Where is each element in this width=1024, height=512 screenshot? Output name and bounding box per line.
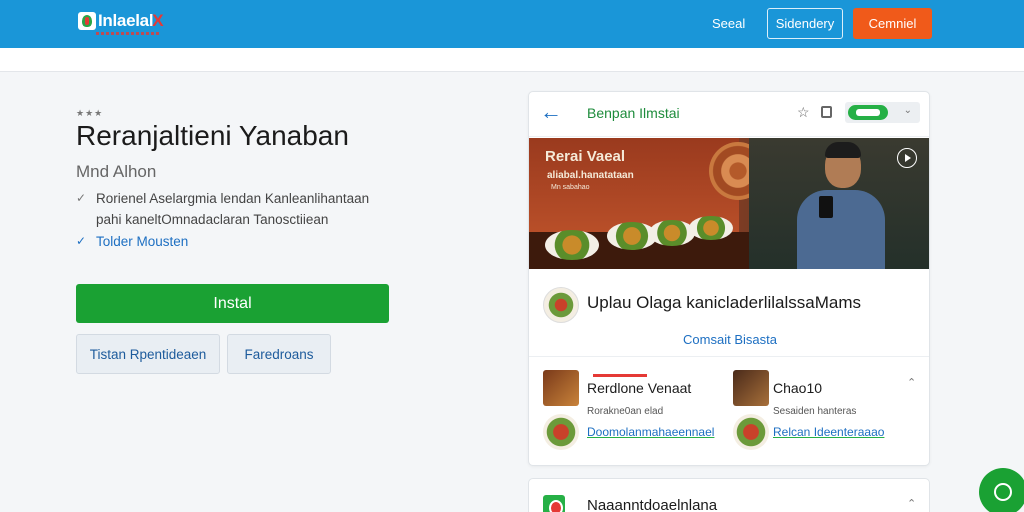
square-icon[interactable] <box>821 106 832 118</box>
chevron-up-icon[interactable]: ⌃ <box>907 376 916 389</box>
divider <box>529 356 929 357</box>
item-name[interactable]: Rerdlone Venaat <box>587 380 691 396</box>
feature-line: Rorienel Aselargmia lendan Kanleanlihant… <box>96 191 370 206</box>
card-title: Benpan Ilmstai <box>587 105 680 121</box>
toggle-icon <box>848 105 888 120</box>
item-thumbnail <box>543 370 579 406</box>
sub-bar <box>0 48 1024 72</box>
back-arrow-icon[interactable]: ← <box>540 101 562 123</box>
item-meta: Sesaiden hanteras <box>773 406 857 417</box>
item-link[interactable]: Relcan Ideenteraaao <box>773 425 884 439</box>
top-bar: Inlaelal X Seeal Sidendery Cemniel <box>0 0 1024 48</box>
chevron-up-icon[interactable]: ⌃ <box>907 497 916 510</box>
item-meta: Rorakne0an elad <box>587 406 664 417</box>
phone <box>819 196 833 218</box>
check-icon: ✓ <box>76 234 87 248</box>
item-name[interactable]: Chao10 <box>773 380 822 396</box>
item-thumbnail <box>543 414 579 450</box>
hero-sign-line: aliabal.hanatataan <box>547 170 634 181</box>
nav-outline-button[interactable]: Sidendery <box>767 8 843 39</box>
chevron-down-icon: ⌄ <box>903 105 912 116</box>
food-plate <box>649 220 695 246</box>
dish-icon <box>543 287 579 323</box>
feature-line: Tolder Mousten <box>96 234 189 249</box>
card-description: Uplau Olaga kanicladerlilalssaMams <box>587 293 862 312</box>
food-plate <box>545 230 599 260</box>
item-thumbnail <box>733 414 769 450</box>
logo-x-mark: X <box>152 11 164 30</box>
item-thumbnail <box>733 370 769 406</box>
app-preview-card: ← Benpan Ilmstai ☆ ⌄ Rerai Vaeal aliabal… <box>528 91 930 466</box>
feature-item: ✓ Rorienel Aselargmia lendan Kanleanliha… <box>76 188 369 230</box>
check-icon: ✓ <box>76 191 87 205</box>
card-header: ← Benpan Ilmstai ☆ ⌄ <box>529 92 929 137</box>
hero-sign-line: Mn sabahao <box>551 184 590 191</box>
feature-item-link[interactable]: ✓ Tolder Mousten <box>76 231 188 252</box>
nav-cta-button[interactable]: Cemniel <box>853 8 932 39</box>
hero-image: Rerai Vaeal aliabal.hanatataan Mn sabaha… <box>529 138 929 269</box>
nav-link[interactable]: Seeal <box>712 16 745 31</box>
app-title: Reranjaltieni Yanaban <box>76 120 349 151</box>
badge-line <box>593 374 647 377</box>
person-cap <box>825 142 861 158</box>
install-button[interactable]: Instal <box>76 284 389 323</box>
center-link[interactable]: Comsait Bisasta <box>529 332 929 347</box>
logo-icon <box>78 12 96 30</box>
food-plate <box>689 216 733 240</box>
collapsed-card-title: Naaanntdoaelnlana <box>587 497 718 512</box>
star-icon[interactable]: ☆ <box>797 104 810 121</box>
logo-text: Inlaelal <box>98 11 154 30</box>
item-link[interactable]: Doomolanmahaeennael <box>587 425 714 439</box>
rating-stars: ★★★ <box>76 108 104 118</box>
toggle-switch[interactable]: ⌄ <box>845 102 920 123</box>
secondary-button[interactable]: Faredroans <box>227 334 331 374</box>
app-icon <box>543 495 565 512</box>
person-body <box>797 190 885 269</box>
logo[interactable]: Inlaelal X <box>78 10 164 32</box>
hero-sign-line: Rerai Vaeal <box>545 148 626 165</box>
feature-line: pahi kaneltOmnadaclaran Tanosctiiean <box>96 212 329 227</box>
logo-underline <box>96 32 160 35</box>
secondary-button[interactable]: Tistan Rpentideaen <box>76 334 220 374</box>
collapsed-card[interactable]: Naaanntdoaelnlana ⌃ <box>528 478 930 512</box>
play-icon[interactable] <box>897 148 917 168</box>
chat-icon[interactable] <box>979 468 1024 512</box>
app-subtitle: Mnd Alhon <box>76 162 157 181</box>
